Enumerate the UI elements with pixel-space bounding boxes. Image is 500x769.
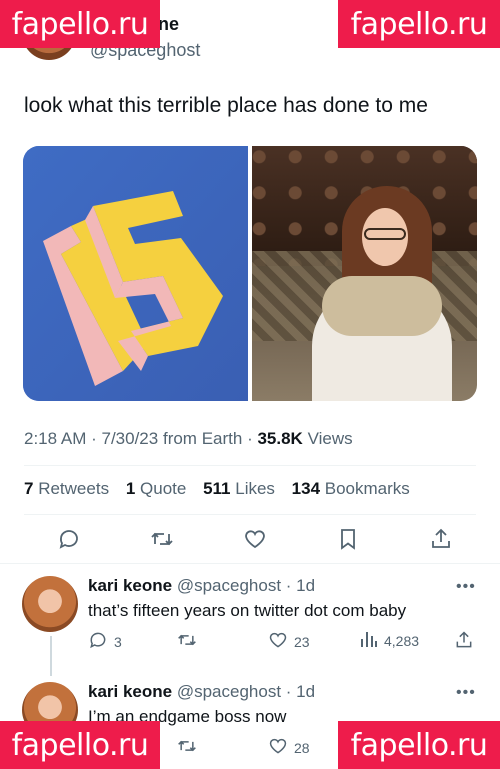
views-count: 35.8K (257, 429, 303, 448)
reply-reply-button[interactable]: 3 (88, 630, 122, 653)
media-image-fifteen[interactable] (23, 146, 248, 401)
watermark-top-left: fapello.ru (0, 0, 160, 48)
quotes-stat[interactable]: 1 Quote (126, 479, 187, 498)
reply-icon[interactable] (56, 524, 82, 554)
like-count: 23 (294, 633, 310, 650)
share-icon[interactable] (428, 524, 454, 554)
reply-like-button[interactable]: 23 (268, 630, 310, 653)
divider (24, 514, 476, 515)
bookmark-icon[interactable] (335, 524, 361, 554)
more-options-icon[interactable]: ••• (456, 684, 476, 702)
watermark-bottom-right: fapello.ru (338, 721, 500, 769)
reply-text: that’s fifteen years on twitter dot com … (88, 601, 407, 620)
reply-retweet-button[interactable] (176, 630, 198, 653)
tweet-time[interactable]: 2:18 AM (24, 429, 86, 448)
retweet-icon (176, 630, 198, 653)
reply-author-name[interactable]: kari keone (88, 682, 172, 701)
number-fifteen-graphic (23, 146, 248, 401)
tweet-source: from Earth (162, 429, 243, 448)
reply-author-name[interactable]: kari keone (88, 576, 172, 595)
bookmarks-stat[interactable]: 134 Bookmarks (292, 479, 410, 498)
like-icon (268, 736, 288, 759)
reply-action-bar: 3 23 4,283 (88, 630, 478, 652)
more-options-icon[interactable]: ••• (456, 578, 476, 596)
tweet-text: look what this terrible place has done t… (24, 94, 428, 117)
retweet-icon[interactable] (149, 524, 175, 554)
tweet-media[interactable] (23, 146, 477, 401)
reply-header: kari keone @spaceghost · 1d (88, 576, 316, 595)
views-label: Views (307, 429, 353, 448)
tweet-stats: 7 Retweets 1 Quote 511 Likes 134 Bookmar… (24, 479, 422, 499)
tweet-action-bar (24, 524, 476, 558)
retweet-icon (176, 736, 198, 759)
share-icon (454, 630, 474, 653)
reply-author-handle[interactable]: @spaceghost (177, 682, 281, 701)
thread-connector (50, 636, 52, 676)
view-count: 4,283 (384, 632, 420, 649)
reply-age[interactable]: 1d (296, 576, 315, 595)
reply-views-button[interactable]: 4,283 (360, 630, 419, 651)
tweet-meta: 2:18 AM · 7/30/23 from Earth · 35.8K Vie… (24, 429, 353, 448)
like-icon[interactable] (242, 524, 268, 554)
divider (24, 465, 476, 466)
like-count: 28 (294, 739, 310, 756)
reply-icon (88, 630, 108, 653)
person-photo (312, 186, 452, 401)
avatar[interactable] (22, 576, 78, 632)
analytics-icon (360, 630, 378, 651)
tweet-date[interactable]: 7/30/23 (102, 429, 159, 448)
divider (0, 563, 500, 564)
reply-header: kari keone @spaceghost · 1d (88, 682, 316, 701)
reply-age[interactable]: 1d (296, 682, 315, 701)
reply-share-button[interactable] (454, 630, 474, 653)
retweets-stat[interactable]: 7 Retweets (24, 479, 109, 498)
like-icon (268, 630, 288, 653)
reply-like-button[interactable]: 28 (268, 736, 310, 759)
watermark-bottom-left: fapello.ru (0, 721, 160, 769)
reply-retweet-button[interactable] (176, 736, 198, 759)
reply-count: 3 (114, 633, 122, 650)
likes-stat[interactable]: 511 Likes (203, 479, 275, 498)
watermark-top-right: fapello.ru (338, 0, 500, 48)
media-image-photo[interactable] (252, 146, 477, 401)
reply-author-handle[interactable]: @spaceghost (177, 576, 281, 595)
